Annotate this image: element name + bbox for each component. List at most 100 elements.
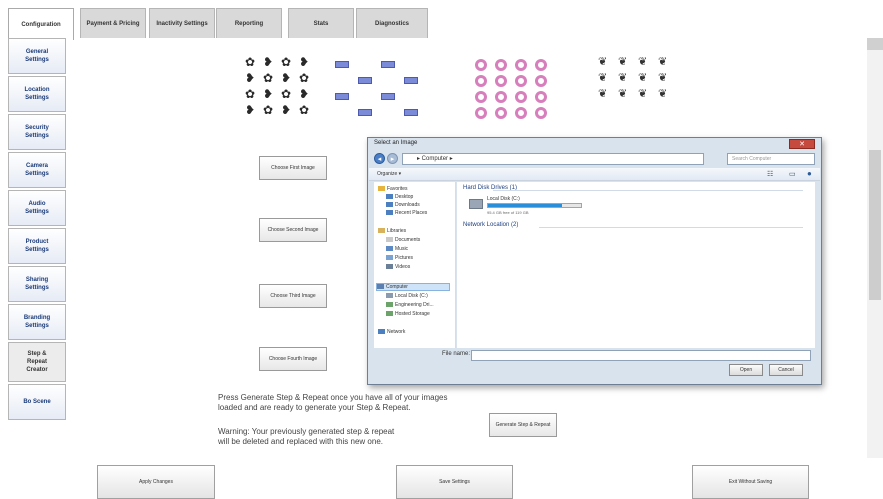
generate-step-repeat-button[interactable]: Generate Step & Repeat	[489, 413, 557, 437]
leaf-icon: ❦	[618, 56, 628, 68]
choose-second-image-button[interactable]: Choose Second Image	[259, 218, 327, 242]
drive-name: Local Disk (C:)	[487, 196, 520, 202]
tree-downloads[interactable]: Downloads	[386, 202, 420, 208]
ring-icon	[475, 107, 487, 119]
choose-fourth-image-button[interactable]: Choose Fourth Image	[259, 347, 327, 371]
libraries-icon	[378, 228, 385, 234]
tab-inactivity-settings[interactable]: Inactivity Settings	[149, 8, 215, 38]
logo-swatch	[381, 61, 395, 68]
cancel-button[interactable]: Cancel	[769, 364, 803, 376]
sidebar-item-audio[interactable]: Audio Settings	[8, 190, 66, 226]
tree-engineering-drive[interactable]: Engineering Dri...	[386, 302, 434, 308]
leaf-icon: ❦	[638, 72, 648, 84]
ring-icon	[475, 59, 487, 71]
pictures-icon	[386, 255, 393, 261]
sidebar-item-camera[interactable]: Camera Settings	[8, 152, 66, 188]
tab-diagnostics[interactable]: Diagnostics	[356, 8, 428, 38]
file-open-dialog: Select an Image ✕ ◂ ▸ ▸ Computer ▸ Searc…	[367, 137, 822, 385]
dialog-toolbar: Organize ▾ ☷ ▭ ●	[369, 168, 820, 181]
leaf-icon: ❦	[598, 88, 608, 100]
network-icon	[378, 329, 385, 335]
ring-icon	[495, 75, 507, 87]
app-window: Configuration Payment & Pricing Inactivi…	[0, 0, 883, 499]
organize-menu[interactable]: Organize ▾	[377, 171, 401, 177]
network-drive-icon	[386, 302, 393, 308]
desktop-icon	[386, 194, 393, 200]
filename-input[interactable]	[471, 350, 811, 361]
choose-third-image-button[interactable]: Choose Third Image	[259, 284, 327, 308]
figure-icon: ✿	[281, 55, 292, 69]
section-divider	[493, 190, 803, 191]
tree-hosted-storage[interactable]: Hosted Storage	[386, 311, 430, 317]
dialog-close-button[interactable]: ✕	[789, 139, 815, 149]
heart-icon: ❥	[299, 55, 310, 69]
forward-arrow-icon[interactable]: ▸	[387, 153, 398, 164]
videos-icon	[386, 264, 393, 270]
section-network-location[interactable]: Network Location (2)	[463, 222, 518, 228]
view-options-icon[interactable]: ☷	[767, 170, 773, 178]
figure-icon: ✿	[263, 103, 274, 117]
address-field[interactable]: ▸ Computer ▸	[402, 153, 704, 165]
tree-music[interactable]: Music	[386, 246, 408, 252]
back-arrow-icon[interactable]: ◂	[374, 153, 385, 164]
tree-desktop[interactable]: Desktop	[386, 194, 413, 200]
apply-changes-button[interactable]: Apply Changes	[97, 465, 215, 499]
figure-icon: ✿	[263, 71, 274, 85]
tab-configuration[interactable]: Configuration	[8, 8, 74, 40]
vertical-scrollbar[interactable]	[867, 38, 883, 458]
ring-icon	[535, 107, 547, 119]
leaf-icon: ❦	[658, 56, 668, 68]
scroll-thumb[interactable]	[869, 150, 881, 300]
ring-icon	[495, 59, 507, 71]
heart-icon: ❥	[281, 103, 292, 117]
tree-libraries[interactable]: Libraries	[378, 228, 406, 234]
leaf-icon: ❦	[638, 88, 648, 100]
hard-drive-icon	[469, 199, 483, 209]
tab-payment-pricing[interactable]: Payment & Pricing	[80, 8, 146, 38]
leaf-icon: ❦	[598, 72, 608, 84]
section-divider	[539, 227, 803, 228]
heart-icon: ❥	[263, 55, 274, 69]
sidebar-item-location[interactable]: Location Settings	[8, 76, 66, 112]
tree-local-disk[interactable]: Local Disk (C:)	[386, 293, 428, 299]
sidebar-item-general[interactable]: General Settings	[8, 38, 66, 74]
ring-icon	[515, 75, 527, 87]
ring-icon	[515, 59, 527, 71]
scroll-up-arrow[interactable]	[867, 38, 883, 50]
logo-swatch	[335, 61, 349, 68]
search-input[interactable]: Search Computer	[727, 153, 815, 165]
tree-computer[interactable]: Computer	[376, 283, 450, 291]
tree-network[interactable]: Network	[378, 329, 405, 335]
drive-tile-local-disk[interactable]: Local Disk (C:) 95.4 GB free of 119 GB	[469, 196, 584, 218]
sidebar-item-step-repeat[interactable]: Step & Repeat Creator	[8, 342, 66, 382]
tree-favorites[interactable]: Favorites	[378, 186, 408, 192]
disk-icon	[386, 293, 393, 299]
sidebar-item-bo-scene[interactable]: Bo Scene	[8, 384, 66, 420]
sidebar-item-sharing[interactable]: Sharing Settings	[8, 266, 66, 302]
tab-reporting[interactable]: Reporting	[216, 8, 282, 38]
tree-recent-places[interactable]: Recent Places	[386, 210, 427, 216]
sidebar-item-product[interactable]: Product Settings	[8, 228, 66, 264]
logo-swatch	[335, 93, 349, 100]
warning-text: Warning: Your previously generated step …	[218, 427, 394, 447]
sidebar-item-branding[interactable]: Branding Settings	[8, 304, 66, 340]
help-icon[interactable]: ●	[807, 169, 812, 178]
image-preview-grid: ✿ ❥ ✿ ❥ ❥ ✿ ❥ ✿ ✿ ❥ ✿ ❥ ❥ ✿ ❥ ✿ ❦ ❦ ❦ ❦ …	[243, 55, 683, 125]
tab-bar: Configuration Payment & Pricing Inactivi…	[0, 8, 883, 40]
sidebar-item-security[interactable]: Security Settings	[8, 114, 66, 150]
save-settings-button[interactable]: Save Settings	[396, 465, 513, 499]
tree-documents[interactable]: Documents	[386, 237, 420, 243]
logo-swatch	[404, 109, 418, 116]
ring-icon	[475, 75, 487, 87]
choose-first-image-button[interactable]: Choose First Image	[259, 156, 327, 180]
tree-videos[interactable]: Videos	[386, 264, 410, 270]
exit-without-saving-button[interactable]: Exit Without Saving	[692, 465, 809, 499]
preview-pane-icon[interactable]: ▭	[789, 170, 796, 178]
heart-icon: ❥	[281, 71, 292, 85]
instructions-text: Press Generate Step & Repeat once you ha…	[218, 393, 447, 413]
open-button[interactable]: Open	[729, 364, 763, 376]
figure-icon: ✿	[281, 87, 292, 101]
downloads-icon	[386, 202, 393, 208]
tree-pictures[interactable]: Pictures	[386, 255, 413, 261]
tab-stats[interactable]: Stats	[288, 8, 354, 38]
